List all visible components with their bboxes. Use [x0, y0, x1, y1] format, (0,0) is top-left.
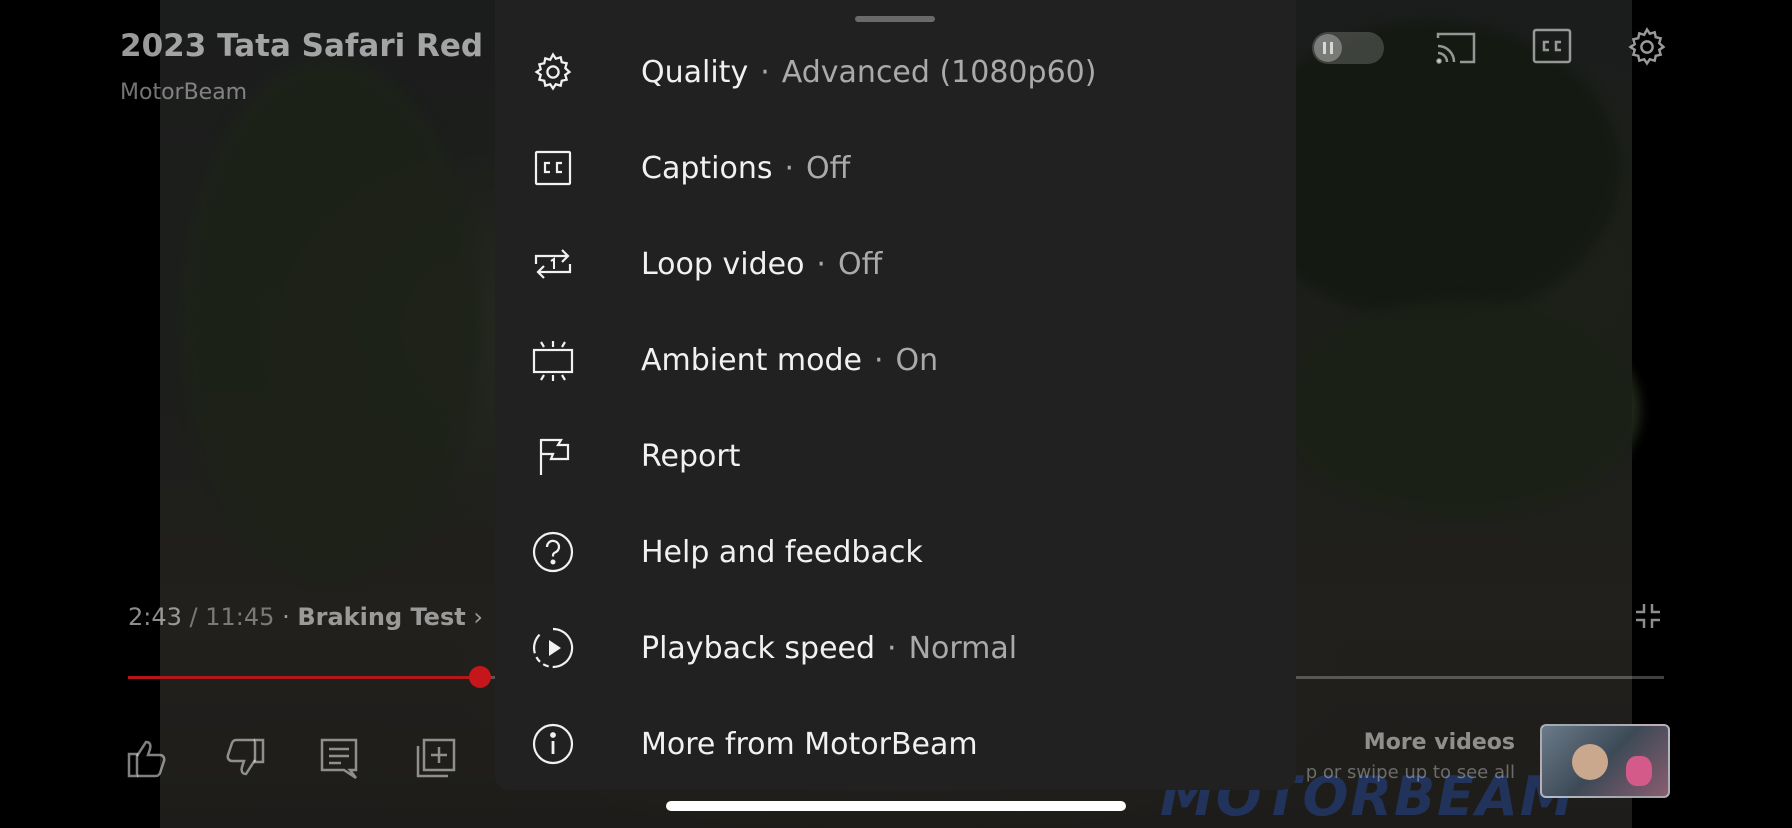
menu-item-separator: ·	[887, 630, 897, 666]
menu-item-value: On	[895, 342, 939, 378]
info-icon	[531, 722, 575, 766]
flag-icon	[531, 434, 575, 478]
menu-item-label: Ambient mode	[641, 342, 862, 378]
menu-item-quality[interactable]: Quality · Advanced (1080p60)	[495, 24, 1296, 120]
menu-item-label: Playback speed	[641, 630, 876, 666]
autoplay-toggle[interactable]	[1312, 32, 1384, 64]
help-icon	[531, 530, 575, 574]
menu-item-separator: ·	[784, 150, 795, 186]
settings-gear-icon[interactable]	[1626, 26, 1668, 72]
current-time: 2:43	[128, 603, 182, 631]
channel-name[interactable]: MotorBeam	[120, 80, 247, 105]
menu-item-separator: ·	[816, 246, 826, 282]
menu-item-label: Quality	[641, 54, 749, 90]
gear-icon	[531, 50, 575, 94]
exit-fullscreen-icon[interactable]	[1634, 602, 1662, 634]
menu-item-label: Captions	[641, 150, 773, 186]
progress-played	[128, 676, 480, 679]
menu-item-value: Off	[837, 246, 883, 282]
cast-icon[interactable]	[1434, 28, 1478, 72]
time-display[interactable]: 2:43 / 11:45 · Braking Test ›	[128, 603, 483, 631]
duration: / 11:45	[189, 603, 275, 631]
ambient-icon	[531, 338, 575, 382]
swipe-hint: p or swipe up to see all	[1305, 762, 1515, 783]
sheet-drag-handle[interactable]	[855, 16, 935, 22]
menu-item-ambient-mode[interactable]: Ambient mode · On	[495, 312, 1296, 408]
menu-item-value: Normal	[908, 630, 1018, 666]
menu-item-separator: ·	[760, 54, 770, 90]
menu-item-label: Loop video	[641, 246, 805, 282]
menu-item-value: Off	[806, 150, 851, 186]
chevron-right-icon: ›	[473, 603, 483, 631]
chapter-separator: ·	[282, 603, 290, 631]
captions-icon	[531, 146, 575, 190]
captions-icon[interactable]	[1532, 28, 1572, 68]
menu-item-separator: ·	[873, 342, 884, 378]
menu-item-loop-video[interactable]: Loop video · Off	[495, 216, 1296, 312]
progress-scrubber[interactable]	[468, 666, 491, 688]
action-bar	[126, 736, 458, 780]
playback-speed-icon	[531, 626, 575, 670]
dislike-icon[interactable]	[222, 736, 266, 780]
more-videos-label[interactable]: More videos	[1330, 730, 1515, 755]
more-videos-thumbnail[interactable]	[1540, 724, 1670, 798]
save-to-playlist-icon[interactable]	[414, 736, 458, 780]
chapter-title: Braking Test	[297, 603, 466, 631]
menu-item-captions[interactable]: Captions · Off	[495, 120, 1296, 216]
menu-item-label: Report	[641, 438, 741, 474]
loop-icon	[531, 242, 575, 286]
settings-sheet: Quality · Advanced (1080p60) Captions · Off …	[495, 0, 1296, 790]
menu-item-help-and-feedback[interactable]: Help and feedback	[495, 504, 1296, 600]
video-title: 2023 Tata Safari Red Da	[120, 28, 541, 64]
pause-icon	[1314, 34, 1342, 62]
comments-icon[interactable]	[318, 736, 362, 780]
menu-item-label: Help and feedback	[641, 534, 923, 570]
like-icon[interactable]	[126, 736, 170, 780]
menu-item-playback-speed[interactable]: Playback speed · Normal	[495, 600, 1296, 696]
menu-item-value: Advanced (1080p60)	[781, 54, 1097, 90]
menu-item-label: More from MotorBeam	[641, 726, 978, 762]
menu-item-more-from-channel[interactable]: More from MotorBeam	[495, 696, 1296, 792]
menu-item-report[interactable]: Report	[495, 408, 1296, 504]
home-indicator[interactable]	[666, 801, 1126, 811]
